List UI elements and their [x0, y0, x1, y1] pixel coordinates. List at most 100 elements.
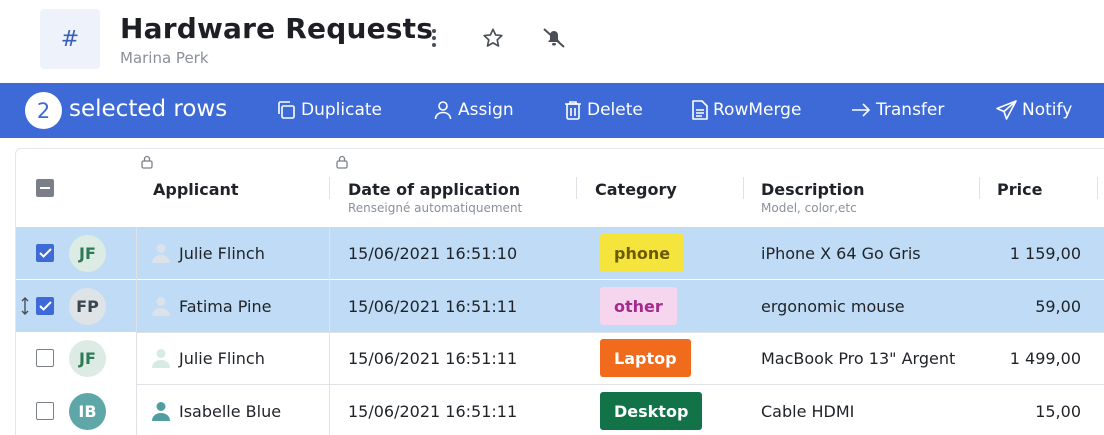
- assign-button[interactable]: Assign: [433, 98, 514, 122]
- row-avatar-cell: JF: [69, 332, 106, 384]
- transfer-label: Transfer: [876, 100, 945, 120]
- description-cell[interactable]: MacBook Pro 13" Argent: [761, 332, 955, 384]
- description-cell[interactable]: Cable HDMI: [761, 385, 854, 435]
- avatar: FP: [69, 287, 106, 325]
- person-icon: [152, 402, 170, 421]
- table-row[interactable]: JF Julie Flinch 15/06/2021 16:51:10 phon…: [16, 227, 1104, 279]
- rowmerge-button[interactable]: RowMerge: [692, 98, 801, 122]
- table-row[interactable]: JF Julie Flinch 15/06/2021 16:51:11 Lapt…: [16, 332, 1104, 384]
- avatar: JF: [69, 234, 106, 272]
- row-checkbox[interactable]: [36, 385, 54, 435]
- column-header-date[interactable]: Date of application Renseigné automatiqu…: [332, 149, 576, 227]
- applicant-cell[interactable]: Julie Flinch: [152, 227, 265, 279]
- column-subtitle: Model, color,etc: [761, 201, 857, 215]
- category-cell[interactable]: Desktop: [600, 385, 703, 435]
- column-separator: [329, 177, 330, 199]
- duplicate-label: Duplicate: [301, 100, 382, 120]
- column-header-applicant[interactable]: Applicant: [137, 149, 330, 227]
- row-checkbox[interactable]: [36, 280, 54, 332]
- column-separator: [1097, 177, 1098, 199]
- column-label: Price: [997, 180, 1043, 199]
- price-cell[interactable]: 59,00: [981, 280, 1081, 332]
- column-header-category[interactable]: Category: [579, 149, 742, 227]
- column-header-description[interactable]: Description Model, color,etc: [745, 149, 978, 227]
- avatar: IB: [69, 392, 106, 430]
- table-row[interactable]: FP Fatima Pine 15/06/2021 16:51:11 other…: [16, 280, 1104, 332]
- column-label: Category: [595, 180, 677, 199]
- category-tag: Laptop: [600, 339, 691, 377]
- row-avatar-cell: IB: [69, 385, 106, 435]
- user-icon: [434, 101, 452, 120]
- trash-icon: [565, 101, 581, 120]
- assign-label: Assign: [458, 100, 514, 120]
- notify-button[interactable]: Notify: [996, 98, 1072, 122]
- column-subtitle: Renseigné automatiquement: [348, 201, 523, 215]
- column-label: Date of application: [348, 180, 521, 199]
- price-cell[interactable]: 1 499,00: [981, 332, 1081, 384]
- applicant-name: Julie Flinch: [179, 243, 265, 263]
- description-cell[interactable]: iPhone X 64 Go Gris: [761, 227, 921, 279]
- applicant-name: Julie Flinch: [179, 348, 265, 368]
- table-row[interactable]: IB Isabelle Blue 15/06/2021 16:51:11 Des…: [16, 385, 1104, 435]
- date-cell[interactable]: 15/06/2021 16:51:11: [348, 385, 517, 435]
- category-cell[interactable]: Laptop: [600, 332, 691, 384]
- checkbox-checked: [36, 297, 54, 315]
- favorite-button[interactable]: [479, 24, 507, 52]
- transfer-button[interactable]: Transfer: [851, 98, 944, 122]
- select-all-box: [36, 179, 54, 197]
- person-icon: [152, 349, 170, 368]
- lock-icon: [141, 155, 153, 169]
- applicant-cell[interactable]: Isabelle Blue: [152, 385, 281, 435]
- paper-plane-icon: [996, 100, 1017, 120]
- date-cell[interactable]: 15/06/2021 16:51:10: [348, 227, 517, 279]
- checkbox-unchecked: [36, 349, 54, 367]
- selected-count-badge: 2: [25, 92, 62, 129]
- category-tag: other: [600, 287, 677, 325]
- category-tag: Desktop: [600, 392, 703, 430]
- column-header-price[interactable]: Price: [981, 149, 1099, 227]
- column-label: Description: [761, 180, 865, 199]
- more-button[interactable]: [420, 24, 448, 52]
- category-cell[interactable]: other: [600, 280, 677, 332]
- drag-handle[interactable]: [21, 280, 29, 332]
- duplicate-icon: [278, 101, 295, 119]
- document-icon: [692, 100, 708, 120]
- row-avatar-cell: JF: [69, 227, 106, 279]
- category-cell[interactable]: phone: [600, 227, 685, 279]
- applicant-cell[interactable]: Julie Flinch: [152, 332, 265, 384]
- price-cell[interactable]: 15,00: [981, 385, 1081, 435]
- price-cell[interactable]: 1 159,00: [981, 227, 1081, 279]
- notify-label: Notify: [1022, 100, 1073, 120]
- arrow-right-icon: [852, 103, 871, 117]
- mute-button[interactable]: [540, 24, 568, 52]
- checkbox-unchecked: [36, 402, 54, 420]
- row-avatar-cell: FP: [69, 280, 106, 332]
- data-grid: Applicant Date of application Renseigné …: [15, 148, 1104, 435]
- app-icon[interactable]: #: [40, 9, 100, 69]
- delete-button[interactable]: Delete: [564, 98, 643, 122]
- check-icon: [38, 301, 52, 311]
- row-checkbox[interactable]: [36, 332, 54, 384]
- select-all-checkbox[interactable]: [36, 179, 54, 197]
- duplicate-button[interactable]: Duplicate: [276, 98, 382, 122]
- description-cell[interactable]: ergonomic mouse: [761, 280, 905, 332]
- row-checkbox[interactable]: [36, 227, 54, 279]
- applicant-cell[interactable]: Fatima Pine: [152, 280, 271, 332]
- column-separator: [979, 177, 980, 199]
- page-title: Hardware Requests: [120, 12, 434, 45]
- selected-rows-label: selected rows: [69, 96, 228, 122]
- category-tag: phone: [600, 234, 685, 272]
- date-cell[interactable]: 15/06/2021 16:51:11: [348, 332, 517, 384]
- date-cell[interactable]: 15/06/2021 16:51:11: [348, 280, 517, 332]
- applicant-name: Fatima Pine: [179, 296, 272, 316]
- more-vertical-icon: [432, 29, 436, 47]
- column-separator: [576, 177, 577, 199]
- reorder-icon: [21, 297, 29, 315]
- star-icon: [483, 28, 503, 47]
- lock-icon: [336, 155, 348, 169]
- grid-line: [136, 227, 137, 435]
- avatar: JF: [69, 339, 106, 377]
- grid-line: [329, 227, 330, 435]
- rowmerge-label: RowMerge: [713, 100, 802, 120]
- person-icon: [152, 297, 170, 316]
